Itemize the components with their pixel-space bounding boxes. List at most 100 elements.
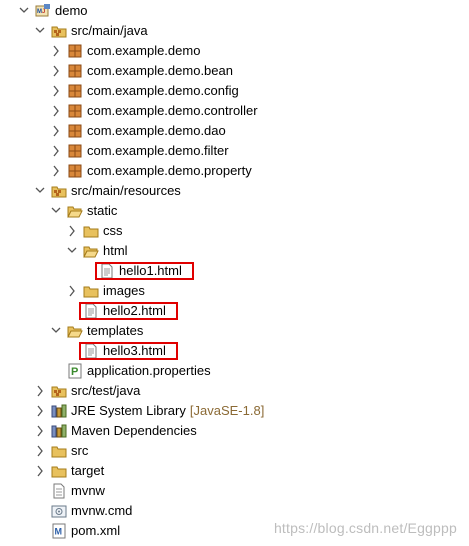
tree-decoration: [JavaSE-1.8] [189, 403, 265, 418]
library-icon [51, 403, 67, 419]
tree-label: src/test/java [71, 383, 141, 398]
source-folder-icon [51, 183, 67, 199]
tree-label: application.properties [87, 363, 211, 378]
package-icon [67, 163, 83, 179]
highlight-box [79, 302, 178, 320]
tree-row-pkg-config[interactable]: com.example.demo.config [0, 81, 469, 101]
tree-row-jre-library[interactable]: JRE System Library [JavaSE-1.8] [0, 401, 469, 421]
tree-row-file-hello2[interactable]: hello2.html [0, 301, 469, 321]
tree-label: target [71, 463, 105, 478]
package-icon [67, 123, 83, 139]
tree-row-folder-target[interactable]: target [0, 461, 469, 481]
highlight-box [95, 262, 194, 280]
tree-row-pkg-dao[interactable]: com.example.demo.dao [0, 121, 469, 141]
folder-icon [51, 443, 67, 459]
tree-row-folder-static[interactable]: static [0, 201, 469, 221]
chevron-right-icon[interactable] [35, 465, 45, 477]
tree-label: com.example.demo.property [87, 163, 252, 178]
tree-label: com.example.demo.dao [87, 123, 226, 138]
chevron-right-icon[interactable] [67, 225, 77, 237]
folder-open-icon [83, 243, 99, 259]
tree-row-pkg-property[interactable]: com.example.demo.property [0, 161, 469, 181]
chevron-down-icon[interactable] [51, 205, 61, 217]
chevron-right-icon[interactable] [51, 165, 61, 177]
chevron-right-icon[interactable] [51, 125, 61, 137]
tree-row-project-demo[interactable]: M J demo [0, 1, 469, 21]
source-folder-icon [51, 23, 67, 39]
folder-icon [51, 463, 67, 479]
folder-open-icon [67, 203, 83, 219]
chevron-right-icon[interactable] [67, 285, 77, 297]
chevron-right-icon[interactable] [51, 145, 61, 157]
tree-row-src-main-java[interactable]: src/main/java [0, 21, 469, 41]
library-icon [51, 423, 67, 439]
chevron-down-icon[interactable] [19, 5, 29, 17]
cmd-file-icon [51, 503, 67, 519]
tree-label: JRE System Library [JavaSE-1.8] [71, 403, 265, 418]
tree-label: mvnw.cmd [71, 503, 133, 518]
tree-row-folder-images[interactable]: images [0, 281, 469, 301]
tree-label: images [103, 283, 145, 298]
folder-icon [83, 283, 99, 299]
package-icon [67, 63, 83, 79]
chevron-right-icon[interactable] [35, 425, 45, 437]
tree-label: com.example.demo.filter [87, 143, 229, 158]
tree-row-maven-dependencies[interactable]: Maven Dependencies [0, 421, 469, 441]
source-folder-icon [51, 383, 67, 399]
tree-label: templates [87, 323, 144, 338]
svg-text:J: J [42, 9, 45, 15]
tree-label: com.example.demo.bean [87, 63, 233, 78]
tree-row-folder-css[interactable]: css [0, 221, 469, 241]
tree-row-pkg-bean[interactable]: com.example.demo.bean [0, 61, 469, 81]
chevron-down-icon[interactable] [67, 245, 77, 257]
tree-row-folder-html[interactable]: html [0, 241, 469, 261]
folder-open-icon [67, 323, 83, 339]
tree-label: Maven Dependencies [71, 423, 197, 438]
tree-row-pkg-controller[interactable]: com.example.demo.controller [0, 101, 469, 121]
tree-label: src/main/java [71, 23, 148, 38]
tree-label: com.example.demo.controller [87, 103, 258, 118]
watermark: https://blog.csdn.net/Eggppp [273, 520, 457, 536]
tree-label: com.example.demo.config [87, 83, 239, 98]
chevron-right-icon[interactable] [51, 65, 61, 77]
tree-row-pkg-demo[interactable]: com.example.demo [0, 41, 469, 61]
tree-label: static [87, 203, 118, 218]
package-icon [67, 143, 83, 159]
chevron-down-icon[interactable] [35, 185, 45, 197]
text-file-icon [51, 483, 67, 499]
tree-row-file-hello1[interactable]: hello1.html [0, 261, 469, 281]
folder-icon [83, 223, 99, 239]
highlight-box [79, 342, 178, 360]
tree-row-file-application-properties[interactable]: Papplication.properties [0, 361, 469, 381]
chevron-right-icon[interactable] [51, 105, 61, 117]
tree-row-file-hello3[interactable]: hello3.html [0, 341, 469, 361]
package-icon [67, 103, 83, 119]
chevron-right-icon[interactable] [35, 405, 45, 417]
tree-label: css [103, 223, 123, 238]
chevron-right-icon[interactable] [51, 45, 61, 57]
tree-row-src-test-java[interactable]: src/test/java [0, 381, 469, 401]
project-icon: MJ [35, 3, 51, 19]
package-icon [67, 43, 83, 59]
tree-label: src/main/resources [71, 183, 181, 198]
chevron-right-icon[interactable] [35, 385, 45, 397]
chevron-down-icon[interactable] [35, 25, 45, 37]
tree-label: demo [55, 3, 88, 18]
tree-row-file-mvnw[interactable]: mvnw [0, 481, 469, 501]
svg-text:M: M [55, 527, 63, 537]
project-explorer-tree: M Jdemo src/main/java com.example.demo com.e… [0, 0, 469, 546]
tree-row-folder-templates[interactable]: templates [0, 321, 469, 341]
tree-label: html [103, 243, 128, 258]
tree-label: src [71, 443, 89, 458]
tree-label: mvnw [71, 483, 105, 498]
tree-row-folder-src[interactable]: src [0, 441, 469, 461]
tree-row-src-main-resources[interactable]: src/main/resources [0, 181, 469, 201]
tree-row-pkg-filter[interactable]: com.example.demo.filter [0, 141, 469, 161]
tree-label: pom.xml [71, 523, 121, 538]
chevron-right-icon[interactable] [35, 445, 45, 457]
chevron-right-icon[interactable] [51, 85, 61, 97]
tree-row-file-mvnw-cmd[interactable]: mvnw.cmd [0, 501, 469, 521]
svg-text:P: P [71, 366, 78, 378]
package-icon [67, 83, 83, 99]
chevron-down-icon[interactable] [51, 325, 61, 337]
